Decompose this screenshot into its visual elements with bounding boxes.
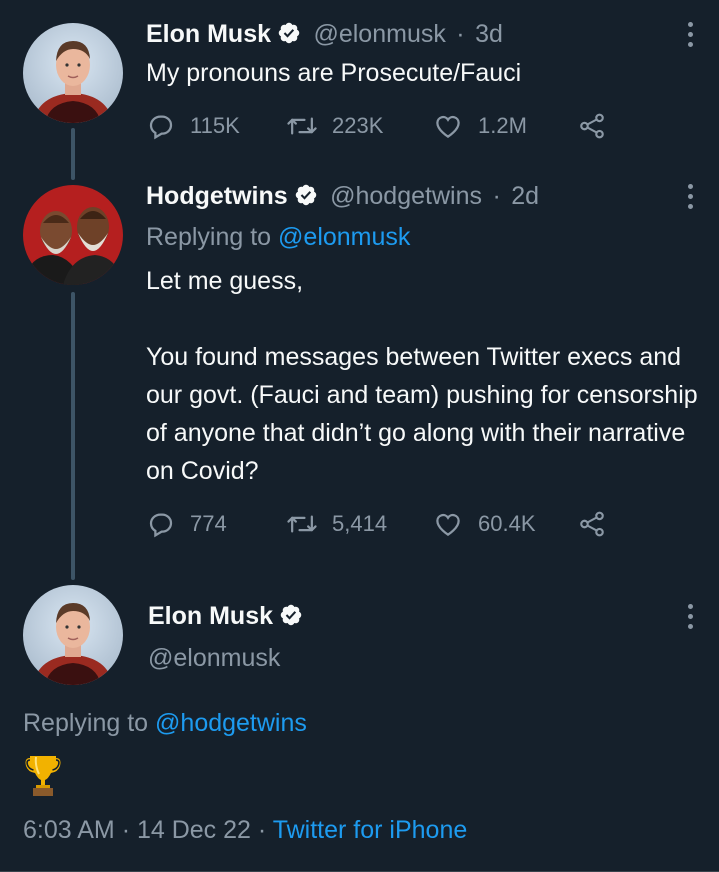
retweet-icon [287,515,317,533]
avatar[interactable] [23,585,123,685]
retweet-count: 223K [332,113,384,138]
tweet-header: Hodgetwins @hodgetwins · 2d [146,178,539,214]
separator: · [121,816,131,844]
like-count: 60.4K [478,511,536,536]
handle[interactable]: @elonmusk [148,640,280,676]
reply-button[interactable]: 115K [146,109,240,143]
like-button[interactable]: 1.2M [432,109,527,143]
tweet-date[interactable]: 14 Dec 22 [137,816,251,844]
share-icon [580,113,604,139]
replying-to-link[interactable]: @elonmusk [278,223,410,251]
more-options-icon[interactable] [687,604,695,634]
tweet-text-paragraph: You found messages between Twitter execs… [146,343,698,485]
tweet-text: My pronouns are Prosecute/Fauci [146,59,522,87]
tweet-meta: 6:03 AM · 14 Dec 22 · Twitter for iPhone [23,812,467,848]
like-button[interactable]: 60.4K [432,507,536,541]
retweet-icon [287,117,317,135]
timestamp[interactable]: 2d [511,182,539,210]
display-name[interactable]: Elon Musk [146,20,271,48]
replying-to-link[interactable]: @hodgetwins [155,709,307,737]
avatar[interactable] [23,23,123,123]
trophy-emoji: 🏆 [24,752,64,798]
timestamp[interactable]: 3d [475,20,503,48]
more-options-icon[interactable] [687,22,695,52]
display-name[interactable]: Elon Musk [148,602,273,630]
tweet-text: Let me guess, You found messages between… [146,262,701,490]
handle[interactable]: @hodgetwins [330,182,482,210]
share-button[interactable] [576,109,622,143]
thread-line [71,128,75,180]
handle[interactable]: @elonmusk [313,20,445,48]
reply-icon [149,115,173,140]
retweet-button[interactable]: 5,414 [286,507,387,541]
tweet-actions: 115K 223K 1.2M [146,109,666,143]
display-name[interactable]: Hodgetwins [146,182,288,210]
tweet-time[interactable]: 6:03 AM [23,816,115,844]
reply-count: 115K [190,113,240,138]
author-name-row: Elon Musk [148,598,303,634]
verified-badge-icon [294,183,318,221]
separator: · [257,816,267,844]
replying-to: Replying to @elonmusk [146,219,410,255]
tweet-text-line: Let me guess, [146,267,304,295]
replying-to-label: Replying to [146,223,272,251]
reply-icon [149,513,173,538]
replying-to-label: Replying to [23,709,149,737]
share-button[interactable] [576,507,622,541]
reply-button[interactable]: 774 [146,507,227,541]
thread-line [71,292,75,580]
tweet-source[interactable]: Twitter for iPhone [273,816,468,844]
more-options-icon[interactable] [687,184,695,214]
like-count: 1.2M [478,113,527,138]
trophy-icon [25,756,61,796]
retweet-button[interactable]: 223K [286,109,383,143]
retweet-count: 5,414 [332,511,388,536]
separator: · [456,20,465,48]
heart-icon [436,115,460,138]
separator: · [492,182,501,210]
reply-count: 774 [190,511,227,536]
avatar[interactable] [23,185,123,285]
share-icon [580,511,604,537]
heart-icon [436,513,460,536]
verified-badge-icon [279,603,303,641]
replying-to: Replying to @hodgetwins [23,705,307,741]
tweet-header: Elon Musk @elonmusk · 3d [146,16,503,52]
tweet-actions: 774 5,414 60.4K [146,507,666,541]
